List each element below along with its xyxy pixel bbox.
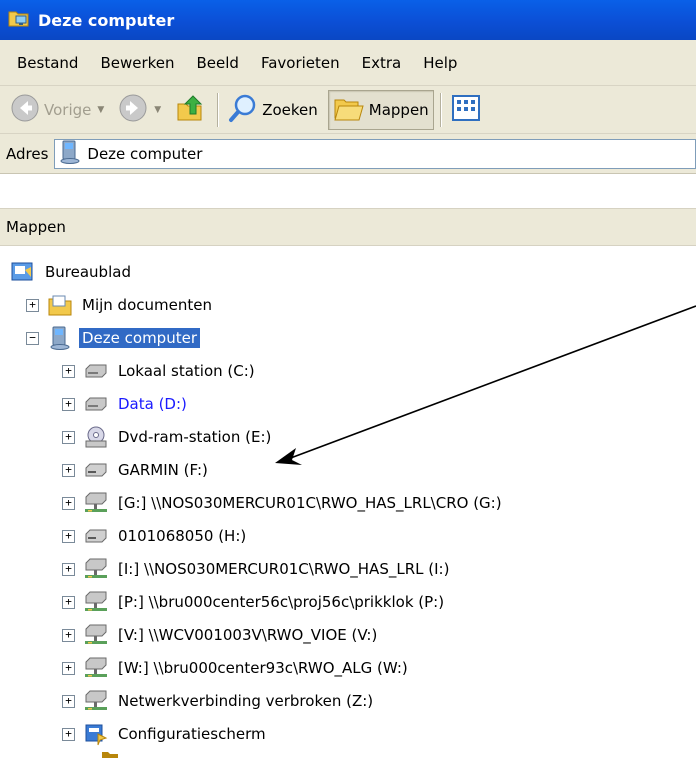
tree-item-desktop[interactable]: Bureaublad bbox=[10, 257, 134, 287]
hard-drive-icon bbox=[83, 359, 109, 383]
tree-label: Netwerkverbinding verbroken (Z:) bbox=[118, 692, 374, 710]
tree-label: [W:] \\bru000center93c\RWO_ALG (W:) bbox=[118, 659, 408, 677]
title-bar: Deze computer bbox=[0, 0, 696, 40]
documents-folder-icon bbox=[47, 293, 73, 317]
expand-toggle[interactable]: + bbox=[62, 430, 75, 444]
tree-item-drive[interactable]: + Dvd-ram-station (E:) bbox=[62, 422, 274, 452]
expand-toggle[interactable]: + bbox=[62, 463, 75, 477]
toolbar: Vorige ▼ ▼ Zoeken Mappen bbox=[0, 86, 696, 134]
back-button[interactable]: Vorige ▼ bbox=[6, 90, 114, 130]
dvd-drive-icon bbox=[83, 425, 109, 449]
expand-toggle[interactable]: + bbox=[62, 364, 75, 378]
tree-label: GARMIN (F:) bbox=[118, 461, 208, 479]
forward-dropdown-icon[interactable]: ▼ bbox=[154, 105, 161, 115]
folder-computer-icon bbox=[8, 8, 30, 32]
tree-label: [I:] \\NOS030MERCUR01C\RWO_HAS_LRL (I:) bbox=[118, 560, 450, 578]
expand-toggle[interactable]: + bbox=[62, 595, 75, 609]
folders-icon bbox=[333, 94, 365, 126]
network-drive-icon bbox=[83, 623, 109, 647]
views-grid-icon bbox=[451, 94, 481, 126]
expand-toggle[interactable]: + bbox=[62, 628, 75, 642]
control-panel-icon bbox=[83, 722, 109, 746]
tree-item-drive[interactable]: + [W:] \\bru000center93c\RWO_ALG (W:) bbox=[62, 653, 411, 683]
address-field[interactable]: Deze computer bbox=[54, 138, 696, 169]
up-folder-icon bbox=[175, 92, 207, 128]
computer-icon bbox=[47, 326, 73, 350]
desktop-icon bbox=[10, 260, 36, 284]
address-bar: Adres Deze computer bbox=[0, 134, 696, 174]
forward-arrow-icon bbox=[118, 93, 148, 127]
tree-item-drive[interactable]: + Netwerkverbinding verbroken (Z:) bbox=[62, 686, 376, 716]
hard-drive-icon bbox=[83, 392, 109, 416]
folders-label: Mappen bbox=[368, 100, 429, 119]
toolbar-separator bbox=[217, 92, 219, 127]
tree-item-drive[interactable]: + [P:] \\bru000center56c\proj56c\prikklo… bbox=[62, 587, 447, 617]
menu-bewerken[interactable]: Bewerken bbox=[89, 54, 185, 72]
removable-drive-icon bbox=[83, 458, 109, 482]
folders-pane-header: Mappen bbox=[0, 208, 696, 246]
menu-help[interactable]: Help bbox=[412, 54, 468, 72]
address-value: Deze computer bbox=[87, 144, 203, 163]
tree-label: [V:] \\WCV001003V\RWO_VIOE (V:) bbox=[118, 626, 378, 644]
folders-pane-title: Mappen bbox=[6, 218, 66, 236]
expand-toggle[interactable]: + bbox=[62, 727, 75, 741]
tree-item-my-documents[interactable]: + Mijn documenten bbox=[26, 290, 215, 320]
collapse-toggle[interactable]: − bbox=[26, 331, 39, 345]
forward-button[interactable]: ▼ bbox=[114, 90, 171, 130]
tree-item-drive[interactable]: + 0101068050 (H:) bbox=[62, 521, 249, 551]
tree-label: Dvd-ram-station (E:) bbox=[118, 428, 272, 446]
folder-icon bbox=[100, 748, 120, 758]
expand-toggle[interactable]: + bbox=[62, 661, 75, 675]
expand-toggle[interactable]: + bbox=[62, 562, 75, 576]
network-drive-icon bbox=[83, 689, 109, 713]
expand-toggle[interactable]: + bbox=[62, 397, 75, 411]
toolbar-spacer bbox=[0, 174, 696, 208]
tree-item-drive[interactable]: + GARMIN (F:) bbox=[62, 455, 211, 485]
tree-label: Mijn documenten bbox=[82, 296, 212, 314]
up-folder-button[interactable] bbox=[171, 90, 211, 130]
expand-toggle[interactable]: + bbox=[26, 298, 39, 312]
address-label: Adres bbox=[6, 144, 49, 163]
expand-toggle[interactable]: + bbox=[62, 529, 75, 543]
search-icon bbox=[228, 93, 258, 127]
views-button[interactable] bbox=[447, 90, 485, 130]
tree-item-drive[interactable]: + Data (D:) bbox=[62, 389, 190, 419]
menu-beeld[interactable]: Beeld bbox=[186, 54, 250, 72]
toolbar-separator bbox=[439, 92, 441, 127]
folders-button[interactable]: Mappen bbox=[327, 89, 434, 130]
menu-favorieten[interactable]: Favorieten bbox=[250, 54, 351, 72]
tree-label: 0101068050 (H:) bbox=[118, 527, 247, 545]
tree-label: Bureaublad bbox=[45, 263, 131, 281]
tree-label: Lokaal station (C:) bbox=[118, 362, 255, 380]
menu-extra[interactable]: Extra bbox=[351, 54, 413, 72]
tree-label: [G:] \\NOS030MERCUR01C\RWO_HAS_LRL\CRO (… bbox=[118, 494, 502, 512]
network-drive-icon bbox=[83, 656, 109, 680]
tree-item-control-panel[interactable]: + Configuratiescherm bbox=[62, 719, 269, 749]
menu-bar: Bestand Bewerken Beeld Favorieten Extra … bbox=[0, 40, 696, 86]
tree-item-drive[interactable]: + [I:] \\NOS030MERCUR01C\RWO_HAS_LRL (I:… bbox=[62, 554, 452, 584]
network-drive-icon bbox=[83, 590, 109, 614]
tree-item-partial bbox=[100, 748, 120, 758]
window-title: Deze computer bbox=[38, 10, 175, 30]
expand-toggle[interactable]: + bbox=[62, 694, 75, 708]
back-arrow-icon bbox=[10, 93, 40, 127]
tree-label-selected: Deze computer bbox=[79, 328, 200, 348]
tree-item-my-computer[interactable]: − Deze computer bbox=[26, 323, 200, 353]
tree-label: Data (D:) bbox=[118, 395, 187, 413]
network-drive-icon bbox=[83, 491, 109, 515]
expand-toggle[interactable]: + bbox=[62, 496, 75, 510]
computer-icon bbox=[59, 140, 81, 168]
network-drive-icon bbox=[83, 557, 109, 581]
tree-label: [P:] \\bru000center56c\proj56c\prikklok … bbox=[118, 593, 445, 611]
search-button[interactable]: Zoeken bbox=[224, 90, 322, 130]
tree-item-drive[interactable]: + [V:] \\WCV001003V\RWO_VIOE (V:) bbox=[62, 620, 380, 650]
tree-label: Configuratiescherm bbox=[118, 725, 266, 743]
tree-item-drive[interactable]: + [G:] \\NOS030MERCUR01C\RWO_HAS_LRL\CRO… bbox=[62, 488, 505, 518]
menu-bestand[interactable]: Bestand bbox=[6, 54, 89, 72]
search-label: Zoeken bbox=[262, 100, 318, 119]
back-label: Vorige bbox=[44, 100, 92, 119]
removable-drive-icon bbox=[83, 524, 109, 548]
back-dropdown-icon[interactable]: ▼ bbox=[97, 105, 104, 115]
tree-item-drive[interactable]: + Lokaal station (C:) bbox=[62, 356, 258, 386]
